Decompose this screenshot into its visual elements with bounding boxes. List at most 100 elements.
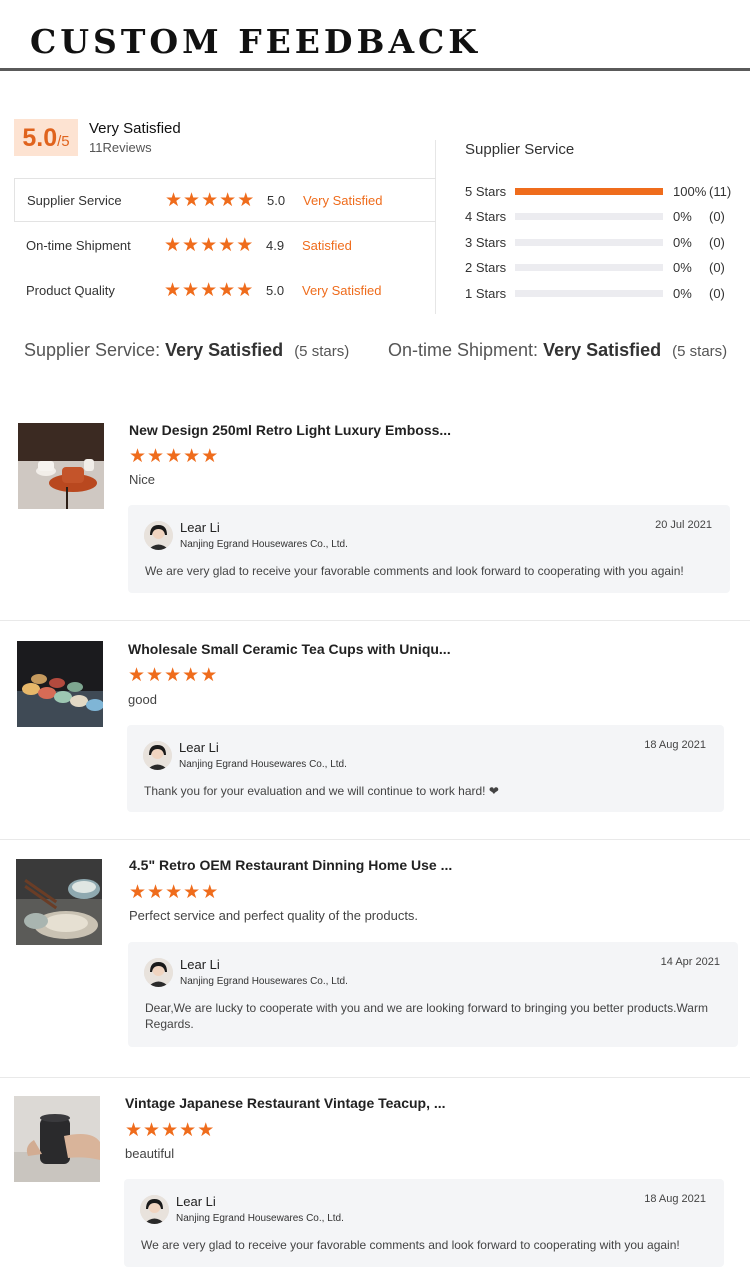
distribution-percent: 0% bbox=[673, 285, 692, 301]
header-divider bbox=[0, 68, 750, 71]
product-title-link[interactable]: Wholesale Small Ceramic Tea Cups with Un… bbox=[128, 641, 451, 657]
star-icon: ★ bbox=[197, 1120, 215, 1141]
distribution-count: (0) bbox=[709, 208, 725, 224]
rating-row-on-time-shipment[interactable]: On-time Shipment ★ ★ ★ ★ ★ 4.9 Satisfied bbox=[14, 223, 436, 267]
rating-label: On-time Shipment bbox=[26, 237, 131, 253]
product-title-link[interactable]: Vintage Japanese Restaurant Vintage Teac… bbox=[125, 1095, 446, 1111]
star-icon: ★ bbox=[200, 665, 218, 686]
reply-date: 20 Jul 2021 bbox=[655, 519, 712, 531]
star-icon: ★ bbox=[183, 882, 201, 903]
reply-author-name: Lear Li bbox=[180, 957, 220, 972]
rating-label: Supplier Service bbox=[27, 192, 122, 208]
product-thumbnail[interactable] bbox=[16, 859, 102, 945]
star-icon: ★ bbox=[129, 446, 147, 467]
distribution-percent: 0% bbox=[673, 234, 692, 250]
distribution-bar-fill bbox=[515, 187, 663, 195]
distribution-count: (0) bbox=[709, 234, 725, 250]
rating-breakdown-panel: Supplier Service ★ ★ ★ ★ ★ 5.0 Very Satisfie… bbox=[14, 178, 436, 314]
rating-row-supplier-service[interactable]: Supplier Service ★ ★ ★ ★ ★ 5.0 Very Satisfie… bbox=[14, 178, 436, 222]
avatar bbox=[143, 741, 172, 770]
star-icon: ★ bbox=[164, 234, 182, 256]
avatar bbox=[144, 521, 173, 550]
star-icon: ★ bbox=[165, 446, 183, 467]
reply-text: Thank you for your evaluation and we wil… bbox=[144, 784, 499, 798]
review-item: Vintage Japanese Restaurant Vintage Teac… bbox=[0, 1086, 750, 1280]
review-divider bbox=[0, 620, 750, 621]
product-thumbnail[interactable] bbox=[17, 641, 103, 727]
star-icon: ★ bbox=[128, 665, 146, 686]
product-thumbnail[interactable] bbox=[14, 1096, 100, 1182]
supplier-reply: Lear Li Nanjing Egrand Housewares Co., L… bbox=[128, 942, 738, 1047]
star-icon: ★ bbox=[201, 189, 219, 211]
reply-text: We are very glad to receive your favorab… bbox=[141, 1238, 680, 1252]
star-icon: ★ bbox=[237, 189, 255, 211]
star-icon: ★ bbox=[164, 279, 182, 301]
review-comment: beautiful bbox=[125, 1146, 175, 1161]
review-stars: ★ ★ ★ ★ ★ bbox=[129, 883, 218, 902]
reply-author-company: Nanjing Egrand Housewares Co., Ltd. bbox=[180, 539, 348, 550]
star-icon: ★ bbox=[147, 882, 165, 903]
star-icon: ★ bbox=[218, 234, 236, 256]
star-icon: ★ bbox=[200, 234, 218, 256]
star-icon: ★ bbox=[200, 279, 218, 301]
review-stars: ★ ★ ★ ★ ★ bbox=[128, 666, 217, 685]
rating-label: Product Quality bbox=[26, 282, 115, 298]
reply-author-company: Nanjing Egrand Housewares Co., Ltd. bbox=[179, 759, 347, 770]
distribution-count: (0) bbox=[709, 259, 725, 275]
supplier-reply: Lear Li Nanjing Egrand Housewares Co., L… bbox=[124, 1179, 724, 1267]
distribution-row: 5 Stars 100% (11) bbox=[465, 182, 740, 200]
star-icon: ★ bbox=[236, 234, 254, 256]
overall-rating-label: Very Satisfied bbox=[89, 120, 181, 137]
rating-verdict: Very Satisfied bbox=[302, 282, 382, 298]
service-line-supplier: Supplier Service: Very Satisfied (5 star… bbox=[24, 340, 349, 361]
reply-text: We are very glad to receive your favorab… bbox=[145, 564, 684, 578]
reply-date: 18 Aug 2021 bbox=[644, 1193, 706, 1205]
avatar bbox=[144, 958, 173, 987]
star-icon: ★ bbox=[165, 882, 183, 903]
review-item: Wholesale Small Ceramic Tea Cups with Un… bbox=[0, 630, 750, 840]
overall-score-badge: 5.0 /5 bbox=[14, 119, 78, 156]
star-icon: ★ bbox=[236, 279, 254, 301]
product-thumbnail[interactable] bbox=[18, 423, 104, 509]
reply-author-name: Lear Li bbox=[176, 1194, 216, 1209]
rating-verdict: Satisfied bbox=[302, 237, 352, 253]
rating-row-product-quality[interactable]: Product Quality ★ ★ ★ ★ ★ 5.0 Very Satisfied bbox=[14, 268, 436, 312]
product-title-link[interactable]: 4.5" Retro OEM Restaurant Dinning Home U… bbox=[129, 857, 452, 873]
reply-date: 14 Apr 2021 bbox=[660, 956, 720, 968]
distribution-label: 3 Stars bbox=[465, 234, 507, 250]
star-icon: ★ bbox=[146, 665, 164, 686]
distribution-percent: 0% bbox=[673, 208, 692, 224]
product-title-link[interactable]: New Design 250ml Retro Light Luxury Embo… bbox=[129, 422, 451, 438]
review-divider bbox=[0, 839, 750, 840]
distribution-label: 2 Stars bbox=[465, 259, 507, 275]
page-title: CUSTOM FEEDBACK bbox=[30, 22, 481, 61]
service-line-value: Very Satisfied bbox=[543, 340, 662, 360]
review-comment: Nice bbox=[129, 472, 156, 487]
distribution-label: 1 Stars bbox=[465, 285, 507, 301]
distribution-percent: 100% bbox=[673, 183, 707, 199]
star-icon: ★ bbox=[182, 665, 200, 686]
star-icon: ★ bbox=[143, 1120, 161, 1141]
star-icon: ★ bbox=[183, 446, 201, 467]
star-icon: ★ bbox=[219, 189, 237, 211]
review-comment: Perfect service and perfect quality of t… bbox=[129, 908, 419, 923]
rating-stars: ★ ★ ★ ★ ★ bbox=[165, 191, 267, 210]
supplier-reply: Lear Li Nanjing Egrand Housewares Co., L… bbox=[128, 505, 730, 593]
distribution-bar bbox=[515, 289, 663, 297]
star-icon: ★ bbox=[179, 1120, 197, 1141]
star-icon: ★ bbox=[164, 665, 182, 686]
star-icon: ★ bbox=[201, 446, 219, 467]
distribution-count: (0) bbox=[709, 285, 725, 301]
service-line-note: (5 stars) bbox=[294, 343, 350, 360]
panel-divider bbox=[435, 140, 436, 178]
reply-text: Dear,We are lucky to cooperate with you … bbox=[145, 1001, 708, 1031]
review-comment: good bbox=[128, 692, 157, 707]
star-icon: ★ bbox=[182, 279, 200, 301]
distribution-bar bbox=[515, 263, 663, 271]
rating-score: 4.9 bbox=[266, 237, 285, 253]
distribution-row: 3 Stars 0% (0) bbox=[465, 233, 740, 251]
star-icon: ★ bbox=[161, 1120, 179, 1141]
service-line-shipment: On-time Shipment: Very Satisfied (5 star… bbox=[388, 340, 727, 361]
star-icon: ★ bbox=[129, 882, 147, 903]
distribution-row: 4 Stars 0% (0) bbox=[465, 207, 740, 225]
